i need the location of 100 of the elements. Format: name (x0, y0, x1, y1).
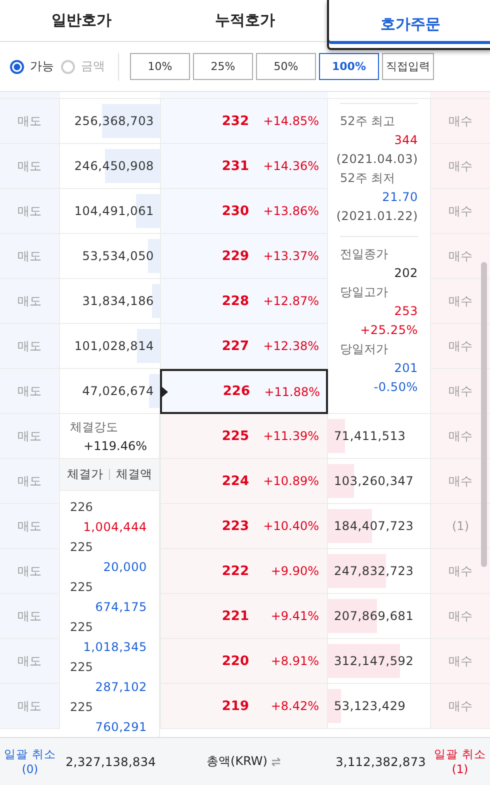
price-change: +11.88% (263, 384, 320, 398)
cancel-all-button[interactable]: 일괄 취소 (1) (430, 738, 490, 785)
price-row[interactable]: 228 +12.87% (160, 279, 328, 324)
price-value: 221 (222, 608, 249, 624)
volume-value: 47,026,674 (82, 384, 154, 398)
trade-price: 225 (70, 579, 93, 596)
direct-input-button[interactable]: 직접입력 (382, 53, 434, 80)
price-change: +13.86% (262, 204, 319, 218)
info-value: (2021.01.22) (336, 208, 418, 225)
price-row[interactable]: 219 +8.42% (160, 684, 328, 729)
trade-amount: 1,018,345 (83, 639, 147, 656)
column-header: 체결액 (116, 466, 152, 483)
price-change: +14.36% (262, 159, 319, 173)
price-row[interactable]: 232 +14.85% (160, 99, 328, 144)
volume-value: 31,834,186 (82, 294, 154, 308)
volume-value: 104,491,061 (74, 204, 154, 218)
volume-value: 184,407,723 (334, 519, 414, 533)
info-label: 당일저가 (340, 341, 388, 358)
price-value: 222 (222, 564, 249, 578)
price-value: 225 (222, 428, 249, 444)
price-value: 219 (222, 698, 249, 714)
trade-amount: 1,004,444 (83, 519, 147, 536)
price-change: +14.85% (262, 114, 319, 128)
price-row[interactable]: 231 +14.36% (160, 144, 328, 189)
trade-price: 225 (70, 539, 93, 556)
radio-label: 가능 (30, 58, 54, 75)
info-value: 253 (394, 303, 418, 320)
volume-value: 246,450,908 (74, 159, 154, 173)
price-change: +10.89% (262, 474, 319, 488)
column-header: 체결가 (67, 466, 103, 483)
volume-value: 312,147,592 (334, 654, 414, 668)
price-row[interactable]: 223 +10.40% (160, 504, 328, 549)
radio-option[interactable]: 금액 (61, 58, 109, 75)
price-change: +11.39% (262, 429, 319, 443)
price-row[interactable]: 230 +13.86% (160, 189, 328, 234)
price-change: +10.40% (262, 519, 319, 533)
radio-option[interactable]: 가능 (10, 58, 58, 75)
trade-amount: 20,000 (103, 559, 147, 576)
ask-total: 2,327,138,834 (64, 754, 157, 768)
buy-button[interactable]: (1) (448, 517, 473, 535)
info-value: 201 (394, 360, 418, 377)
trade-amount: 674,175 (95, 599, 147, 616)
volume-value: 247,832,723 (334, 564, 414, 578)
price-change: +9.90% (270, 564, 319, 578)
volume-value: 103,260,347 (334, 474, 414, 488)
volume-value: 101,028,814 (74, 339, 154, 353)
price-value: 220 (222, 654, 249, 668)
price-value: 227 (222, 338, 249, 354)
trade-price: 226 (70, 499, 93, 516)
ratio-button[interactable]: 50% (256, 53, 316, 80)
price-value: 223 (222, 518, 249, 534)
price-value: 224 (222, 474, 249, 488)
price-row[interactable]: 226 +11.88% (160, 369, 328, 414)
price-change: +12.38% (262, 339, 319, 353)
trade-amount: 287,102 (95, 679, 147, 696)
price-row[interactable]: 220 +8.91% (160, 639, 328, 684)
ratio-button[interactable]: 100% (319, 53, 379, 80)
trade-strength-value: +119.46% (84, 438, 147, 455)
volume-value: 256,368,703 (74, 114, 154, 128)
price-value: 228 (222, 294, 249, 308)
info-value: -0.50% (374, 379, 418, 396)
info-value: (2021.04.03) (336, 151, 418, 168)
info-label: 전일종가 (340, 246, 388, 263)
price-row[interactable]: 229 +13.37% (160, 234, 328, 279)
volume-value: 71,411,513 (334, 429, 406, 443)
trade-strength-label: 체결강도 (70, 419, 118, 436)
price-value: 226 (222, 384, 250, 399)
info-value: +25.25% (360, 322, 418, 339)
price-value: 230 (222, 204, 249, 218)
tab[interactable]: 호가주문 (326, 0, 490, 50)
ratio-button[interactable]: 10% (130, 53, 190, 80)
price-row[interactable]: 227 +12.38% (160, 324, 328, 369)
price-change: +12.87% (262, 294, 319, 308)
info-value: 202 (394, 265, 418, 282)
price-change: +8.42% (270, 699, 319, 713)
trade-price: 225 (70, 619, 93, 636)
trade-price: 225 (70, 699, 93, 716)
swap-icon[interactable] (271, 756, 282, 766)
price-row[interactable]: 222 +9.90% (160, 549, 328, 594)
price-row[interactable]: 224 +10.89% (160, 459, 328, 504)
trade-price: 225 (70, 659, 93, 676)
bid-total: 3,112,382,873 (334, 754, 427, 768)
info-value: 21.70 (382, 189, 418, 206)
radio-label: 금액 (81, 58, 105, 75)
price-change: +13.37% (262, 249, 319, 263)
price-change: +9.41% (270, 609, 319, 623)
trade-amount: 760,291 (95, 719, 147, 736)
ratio-button[interactable]: 25% (193, 53, 253, 80)
info-label: 당일고가 (340, 284, 388, 301)
total-label: 총액(KRW) (206, 753, 268, 770)
info-label: 52주 최저 (340, 170, 396, 187)
volume-value: 53,534,050 (82, 249, 154, 263)
info-value: 344 (394, 132, 418, 149)
price-row[interactable]: 221 +9.41% (160, 594, 328, 639)
cancel-all-button[interactable]: 일괄 취소 (0) (0, 738, 60, 785)
volume-value: 207,869,681 (334, 609, 414, 623)
info-label: 52주 최고 (340, 113, 396, 130)
scrollbar[interactable] (481, 262, 487, 567)
price-value: 229 (222, 248, 249, 264)
price-row[interactable]: 225 +11.39% (160, 414, 328, 459)
